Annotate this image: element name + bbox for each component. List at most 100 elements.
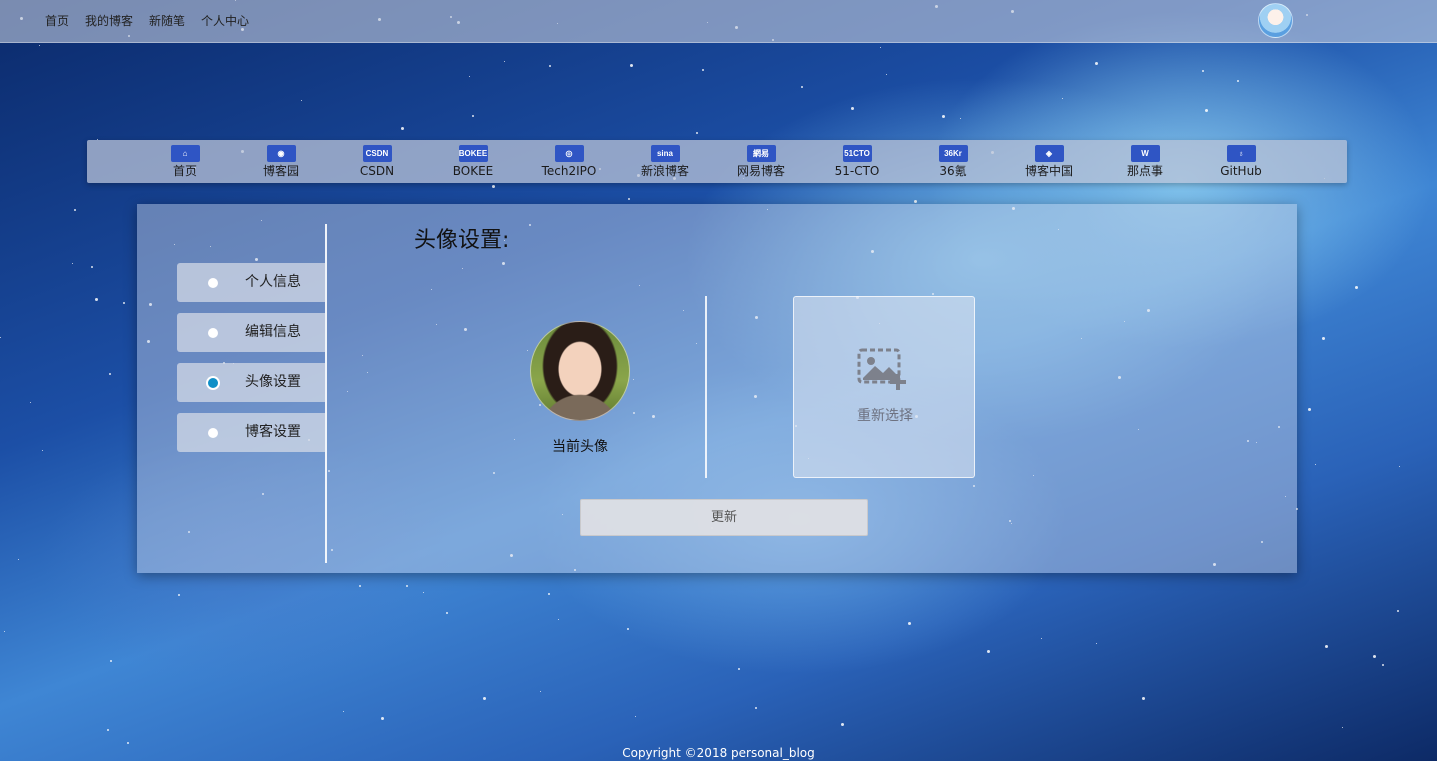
star (755, 707, 757, 709)
top-navbar: 首页 我的博客 新随笔 个人中心 (0, 0, 1437, 43)
star (627, 628, 629, 630)
content-divider (705, 296, 707, 478)
nadianshi-logo-icon: W (1130, 145, 1160, 162)
star (42, 450, 43, 451)
star (406, 585, 408, 587)
blog-link-label: 博客中国 (1024, 164, 1073, 178)
user-avatar[interactable] (1258, 3, 1293, 38)
sidebar-item-personal-info[interactable]: 个人信息 (177, 263, 325, 302)
blog-link-2[interactable]: CSDN CSDN (347, 145, 407, 181)
blog-link-10[interactable]: W 那点事 (1115, 145, 1175, 181)
star (492, 185, 495, 188)
blogchina-logo-icon: ◈ (1034, 145, 1064, 162)
star (1062, 98, 1063, 99)
blog-link-label: Tech2IPO (541, 164, 597, 178)
blog-link-label: 新浪博客 (640, 164, 689, 178)
sidebar-item-avatar-settings[interactable]: 头像设置 (177, 363, 325, 402)
radio-dot-icon (208, 328, 218, 338)
nav-home-link[interactable]: 首页 (45, 13, 69, 29)
star (446, 612, 448, 614)
sidebar-item-label: 博客设置 (245, 424, 301, 440)
sidebar-item-label: 个人信息 (245, 274, 301, 290)
star (1399, 466, 1400, 467)
star (630, 64, 633, 67)
rss-icon: ◉ (266, 145, 296, 162)
blog-link-label: 那点事 (1126, 164, 1163, 178)
star (359, 585, 361, 587)
netease-logo-icon: 網易 (746, 145, 776, 162)
star (30, 402, 31, 403)
blog-link-8[interactable]: 36Kr 36氪 (923, 145, 983, 181)
blog-link-4[interactable]: ◎ Tech2IPO (539, 145, 599, 181)
star (178, 594, 180, 596)
radio-dot-icon (208, 428, 218, 438)
star (423, 592, 424, 593)
blog-link-5[interactable]: sina 新浪博客 (635, 145, 695, 181)
star (696, 132, 698, 134)
star (628, 198, 630, 200)
star (914, 200, 917, 203)
bokee-logo-icon: BOKEE (458, 145, 488, 162)
nav-my-blog-link[interactable]: 我的博客 (85, 13, 133, 29)
blog-link-3[interactable]: BOKEE BOKEE (443, 145, 503, 181)
blog-link-7[interactable]: 51CTO 51-CTO (827, 145, 887, 181)
current-avatar-image (530, 321, 630, 421)
update-button[interactable]: 更新 (580, 499, 868, 536)
star (127, 742, 129, 744)
51cto-logo-icon: 51CTO (842, 145, 872, 162)
star (110, 660, 112, 662)
blog-link-11[interactable]: ♁ GitHub (1211, 145, 1271, 181)
blog-link-9[interactable]: ◈ 博客中国 (1019, 145, 1079, 181)
blog-link-label: GitHub (1220, 164, 1262, 178)
sidebar-item-edit-info[interactable]: 编辑信息 (177, 313, 325, 352)
blog-link-label: 51-CTO (834, 164, 880, 178)
star (1096, 643, 1097, 644)
radio-dot-active-icon (208, 378, 218, 388)
star (908, 622, 911, 625)
star (343, 711, 344, 712)
star (107, 729, 109, 731)
star (960, 118, 961, 119)
sidebar-item-blog-settings[interactable]: 博客设置 (177, 413, 325, 452)
star (635, 716, 636, 717)
blog-link-0[interactable]: ⌂ 首页 (155, 145, 215, 181)
star (1325, 645, 1328, 648)
star (548, 593, 550, 595)
blog-link-label: 首页 (172, 164, 197, 178)
star (886, 74, 887, 75)
star (1308, 408, 1311, 411)
blog-link-label: 36氪 (939, 164, 967, 178)
github-icon: ♁ (1226, 145, 1256, 162)
star (4, 631, 5, 632)
nav-new-post-link[interactable]: 新随笔 (149, 13, 185, 29)
nav-user-center-link[interactable]: 个人中心 (201, 13, 249, 29)
star (301, 100, 302, 101)
blog-link-1[interactable]: ◉ 博客园 (251, 145, 311, 181)
star (942, 115, 945, 118)
csdn-logo-icon: CSDN (362, 145, 392, 162)
tech2ipo-logo-icon: ◎ (554, 145, 584, 162)
star (558, 619, 559, 620)
star (702, 69, 704, 71)
star (987, 650, 990, 653)
blog-links-bar: ⌂ 首页 ◉ 博客园 CSDN CSDN BOKEE BOKEE ◎ Tech2IPO sina 新浪… (87, 140, 1347, 183)
blog-link-label: 博客园 (262, 164, 299, 178)
star (738, 668, 740, 670)
reselect-avatar-dropzone[interactable]: 重新选择 (793, 296, 975, 478)
sidebar-item-label: 头像设置 (245, 374, 301, 390)
blog-link-6[interactable]: 網易 网易博客 (731, 145, 791, 181)
36kr-logo-icon: 36Kr (938, 145, 968, 162)
star (109, 373, 111, 375)
star (1237, 80, 1239, 82)
star (381, 717, 384, 720)
star (401, 127, 404, 130)
blog-link-label: 网易博客 (736, 164, 785, 178)
star (1142, 697, 1145, 700)
star (74, 209, 76, 211)
star (1315, 464, 1316, 465)
star (1382, 664, 1384, 666)
star (841, 723, 844, 726)
home-icon: ⌂ (170, 145, 200, 162)
star (504, 61, 505, 62)
star (123, 302, 125, 304)
